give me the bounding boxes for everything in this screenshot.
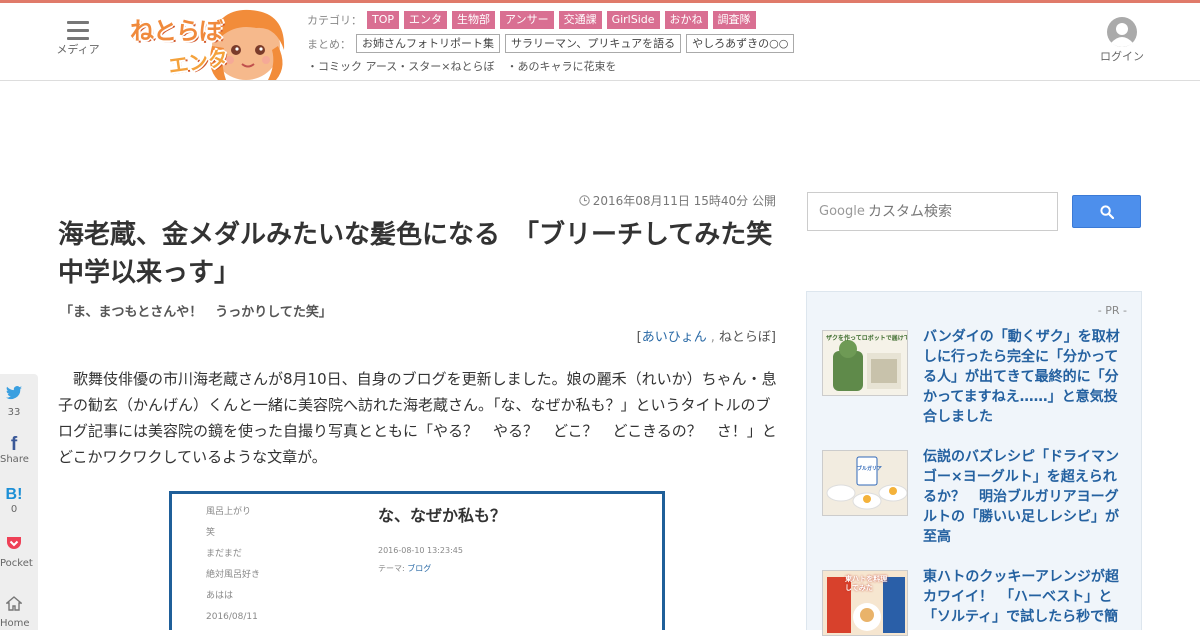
screenshot-sidebar-list: 風呂上がり 笑 まだまだ 絶対風呂好き あはは 2016/08/11 [206, 502, 260, 628]
hatena-bookmark-count: 0 [10, 504, 18, 515]
facebook-icon: f [10, 434, 18, 455]
media-menu-label: メディア [56, 43, 100, 56]
screenshot-side-item: あはは [206, 591, 234, 601]
hatena-bookmark-icon: B! [5, 486, 23, 503]
category-tag-top[interactable]: TOP [367, 10, 400, 29]
extra-link-comic[interactable]: ・コミック アース・スター×ねとらぼ [307, 58, 495, 74]
media-menu-button[interactable]: メディア [52, 21, 104, 57]
author-link[interactable]: あいひょん [642, 330, 707, 345]
category-tag-seibutsu[interactable]: 生物部 [452, 10, 496, 29]
article-title: 海老蔵、金メダルみたいな髪色になる 「ブリーチしてみた笑 中学以来っす」 [58, 220, 799, 288]
pocket-icon [0, 536, 28, 558]
matome-key: まとめ： [307, 37, 351, 51]
site-header: メディア ねとらぼ エンタ カテゴリ： TOP エンタ 生物部 アンサー 交通課… [0, 3, 1200, 81]
twitter-share-count: 33 [7, 407, 21, 418]
screenshot-theme-key: テーマ: [378, 564, 405, 573]
author-line: [あいひょん, ねとらぼ] [560, 326, 776, 345]
screenshot-side-item: 絶対風呂好き [206, 570, 261, 580]
screenshot-side-item: 2016/08/11 [206, 612, 258, 622]
category-key: カテゴリ： [307, 13, 362, 27]
pocket-button[interactable]: Pocket [0, 536, 33, 570]
category-tag-enta[interactable]: エンタ [404, 10, 448, 29]
hatena-bookmark-button[interactable]: B! 0 [0, 486, 28, 516]
screenshot-post-date: 2016-08-10 13:23:45 [378, 546, 463, 555]
share-bar: 33 f Share B! 0 Pocket Home [0, 374, 38, 630]
search-box: Google [807, 192, 1058, 231]
logo-text-main: ねとらぼ [130, 17, 223, 45]
home-button[interactable]: Home [0, 596, 30, 630]
pr-thumbnail-caption: 東ハトを料理してみた [845, 575, 888, 592]
blog-screenshot-image: 風呂上がり 笑 まだまだ 絶対風呂好き あはは 2016/08/11 な、なぜか… [169, 491, 665, 630]
category-tag-koutsu[interactable]: 交通課 [558, 10, 602, 29]
author-bracket-close: ] [770, 330, 776, 345]
category-tag-girlside[interactable]: GirlSide [606, 10, 660, 29]
clock-icon [579, 195, 590, 206]
pr-item-title: 伝説のバズレシピ「ドライマンゴー×ヨーグルト」を超えられるか？ 明治ブルガリアヨ… [923, 449, 1119, 545]
pr-thumbnail-tohato: 東ハトを料理してみた [822, 570, 908, 636]
matome-row: まとめ： お姉さんフォトリポート集 サラリーマン、プリキュアを語る やしろあずき… [307, 34, 807, 53]
author-site-link[interactable]: ねとらぼ [719, 330, 771, 345]
screenshot-theme-value: ブログ [407, 564, 432, 573]
pr-label: - PR - [1097, 304, 1127, 317]
article-subtitle: 「ま、まつもとさんや！ うっかりしてた笑」 [60, 305, 332, 320]
login-button[interactable]: ログイン [1094, 17, 1150, 64]
author-separator: , [710, 330, 715, 345]
matome-link-yashiro[interactable]: やしろあずきの○○ [686, 34, 795, 53]
extra-link-hanataba[interactable]: ・あのキャラに花束を [507, 58, 617, 74]
pr-thumbnail-caption: ブルガリア [857, 466, 882, 472]
screenshot-side-item: まだまだ [206, 549, 242, 559]
search-icon [1100, 205, 1114, 219]
publish-date: 2016年08月11日 15時40分 公開 [560, 192, 776, 209]
screenshot-side-item: 笑 [206, 528, 216, 538]
category-tag-answer[interactable]: アンサー [500, 10, 554, 29]
google-brand-text: Google [819, 204, 865, 219]
category-tag-chousa[interactable]: 調査隊 [712, 10, 756, 29]
site-logo[interactable]: ねとらぼ エンタ [126, 6, 302, 80]
search-input[interactable] [868, 199, 1048, 225]
pr-thumbnail-caption: ザクを作ってロボットで届けてみた [826, 335, 907, 342]
category-nav: カテゴリ： TOP エンタ 生物部 アンサー 交通課 GirlSide おかね … [307, 10, 807, 74]
pr-item-title: 東ハトのクッキーアレンジが超カワイイ！ 「ハーベスト」と「ソルティ」で試したら秒… [923, 569, 1119, 625]
matome-link-photo[interactable]: お姉さんフォトリポート集 [356, 34, 500, 53]
pr-item-title: バンダイの「動くザク」を取材しに行ったら完全に「分かってる人」が出てきて最終的に… [923, 329, 1120, 425]
home-label: Home [0, 618, 30, 629]
pr-thumbnail-zaku: ザクを作ってロボットで届けてみた [822, 330, 908, 396]
category-tag-okane[interactable]: おかね [664, 10, 708, 29]
screenshot-side-item: 風呂上がり [206, 507, 252, 517]
pr-box: - PR - ザクを作ってロボットで届けてみた バンダイの「動くザク」を取材しに… [806, 291, 1142, 636]
extra-links-row: ・コミック アース・スター×ねとらぼ ・あのキャラに花束を [307, 58, 807, 74]
hamburger-icon [67, 21, 89, 40]
twitter-icon [0, 386, 28, 407]
article-body: 歌舞伎俳優の市川海老蔵さんが8月10日、自身のブログを更新しました。娘の麗禾（れ… [58, 370, 777, 466]
facebook-share-button[interactable]: f Share [0, 434, 29, 466]
screenshot-theme: テーマ: ブログ [378, 563, 431, 574]
facebook-share-label: Share [0, 454, 29, 465]
twitter-share-button[interactable]: 33 [0, 386, 28, 419]
category-row: カテゴリ： TOP エンタ 生物部 アンサー 交通課 GirlSide おかね … [307, 10, 807, 29]
home-icon [0, 596, 28, 618]
login-label: ログイン [1100, 50, 1144, 63]
screenshot-post-title: な、なぜか私も？ [378, 506, 507, 525]
publish-date-text: 2016年08月11日 15時40分 公開 [592, 194, 776, 208]
pocket-label: Pocket [0, 558, 33, 569]
pr-thumbnail-yogurt: ブルガリア [822, 450, 908, 516]
search-button[interactable] [1072, 195, 1141, 228]
matome-link-precure[interactable]: サラリーマン、プリキュアを語る [505, 34, 682, 53]
user-avatar-icon [1107, 17, 1137, 47]
